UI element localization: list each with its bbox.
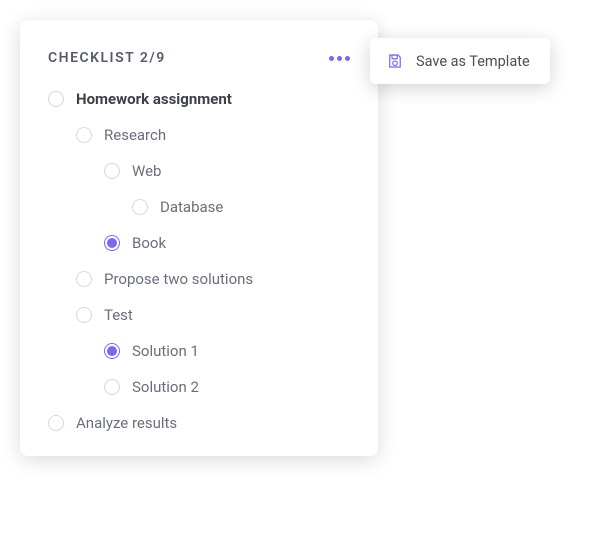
checklist-item[interactable]: Web <box>104 162 350 180</box>
checklist-title: CHECKLIST 2/9 <box>48 50 166 66</box>
checklist-item[interactable]: Solution 1 <box>104 342 350 360</box>
checklist-item-label: Research <box>104 126 166 144</box>
radio-icon[interactable] <box>76 271 92 287</box>
checklist-item[interactable]: Solution 2 <box>104 378 350 396</box>
radio-icon[interactable] <box>132 199 148 215</box>
checklist-header: CHECKLIST 2/9 <box>48 50 350 66</box>
checklist-item-label: Test <box>104 306 133 324</box>
checklist-item-label: Homework assignment <box>76 90 232 108</box>
checklist-item[interactable]: Propose two solutions <box>76 270 350 288</box>
checklist-item[interactable]: Book <box>104 234 350 252</box>
save-icon <box>386 52 404 70</box>
more-menu-button[interactable] <box>329 56 350 61</box>
radio-icon[interactable] <box>104 235 120 251</box>
checklist-item[interactable]: Analyze results <box>48 414 350 432</box>
radio-icon[interactable] <box>48 91 64 107</box>
checklist-item-label: Database <box>160 198 223 216</box>
checklist-item-label: Web <box>132 162 161 180</box>
radio-icon[interactable] <box>76 127 92 143</box>
checklist-item-label: Solution 1 <box>132 342 199 360</box>
checklist-item[interactable]: Research <box>76 126 350 144</box>
checklist-item-label: Analyze results <box>76 414 177 432</box>
dots-icon <box>337 56 342 61</box>
radio-icon[interactable] <box>104 379 120 395</box>
checklist-card: CHECKLIST 2/9 Homework assignment Researc… <box>20 20 378 456</box>
checklist-item-label: Solution 2 <box>132 378 199 396</box>
radio-icon[interactable] <box>76 307 92 323</box>
dots-icon <box>345 56 350 61</box>
radio-icon[interactable] <box>104 163 120 179</box>
save-template-label: Save as Template <box>416 53 530 70</box>
checklist-items: Homework assignment Research Web Database Bo… <box>48 90 350 432</box>
save-template-menu-item[interactable]: Save as Template <box>370 38 550 84</box>
checklist-item[interactable]: Homework assignment <box>48 90 350 108</box>
radio-icon[interactable] <box>104 343 120 359</box>
dots-icon <box>329 56 334 61</box>
checklist-item[interactable]: Test <box>76 306 350 324</box>
checklist-item-label: Book <box>132 234 166 252</box>
radio-icon[interactable] <box>48 415 64 431</box>
checklist-item[interactable]: Database <box>132 198 350 216</box>
checklist-item-label: Propose two solutions <box>104 270 253 288</box>
